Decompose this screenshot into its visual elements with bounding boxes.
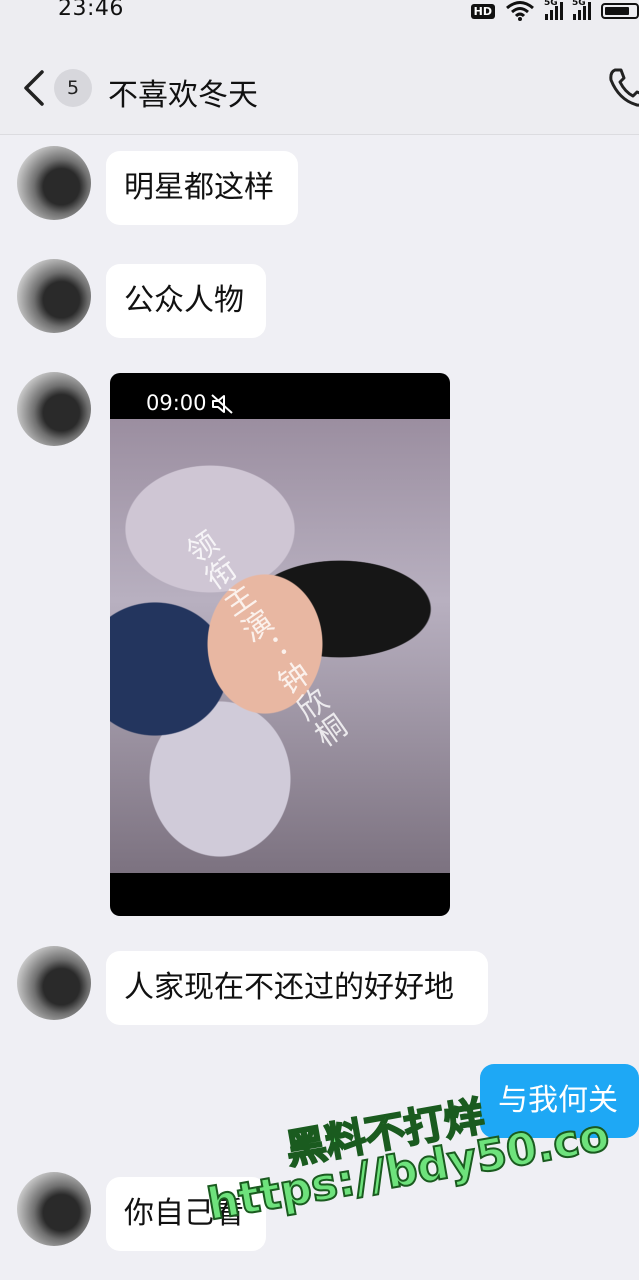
network-label-2: 5G (572, 0, 586, 8)
video-message[interactable]: 09:00 领衔主演：钟欣桐 (110, 373, 450, 916)
status-bar: 23:46 HD 5G 5G (0, 0, 639, 28)
status-time: 23:46 (58, 0, 124, 21)
signal-icon: 5G (544, 0, 563, 20)
chat-title: 不喜欢冬天 (108, 78, 258, 113)
mute-icon (211, 394, 233, 414)
avatar[interactable] (17, 146, 91, 220)
back-chevron-icon[interactable] (20, 68, 48, 108)
avatar[interactable] (17, 1172, 91, 1246)
message-bubble[interactable]: 明星都这样 (106, 151, 298, 225)
avatar[interactable] (17, 946, 91, 1020)
wifi-icon (506, 1, 534, 21)
hd-badge: HD (470, 3, 495, 19)
video-caption: 领衔主演：钟欣桐 (176, 526, 352, 756)
video-thumbnail: 领衔主演：钟欣桐 (110, 419, 450, 873)
chat-header: 5 不喜欢冬天 (0, 28, 639, 135)
unread-count-badge[interactable]: 5 (54, 69, 92, 107)
battery-icon (601, 3, 639, 19)
avatar[interactable] (17, 372, 91, 446)
signal-icon: 5G (572, 0, 591, 20)
message-bubble[interactable]: 人家现在不还过的好好地 (106, 951, 488, 1025)
network-label-1: 5G (544, 0, 558, 8)
video-duration: 09:00 (146, 391, 207, 415)
phone-icon[interactable] (607, 66, 639, 108)
avatar[interactable] (17, 259, 91, 333)
message-bubble[interactable]: 公众人物 (106, 264, 266, 338)
status-icons: HD 5G 5G (470, 0, 639, 24)
